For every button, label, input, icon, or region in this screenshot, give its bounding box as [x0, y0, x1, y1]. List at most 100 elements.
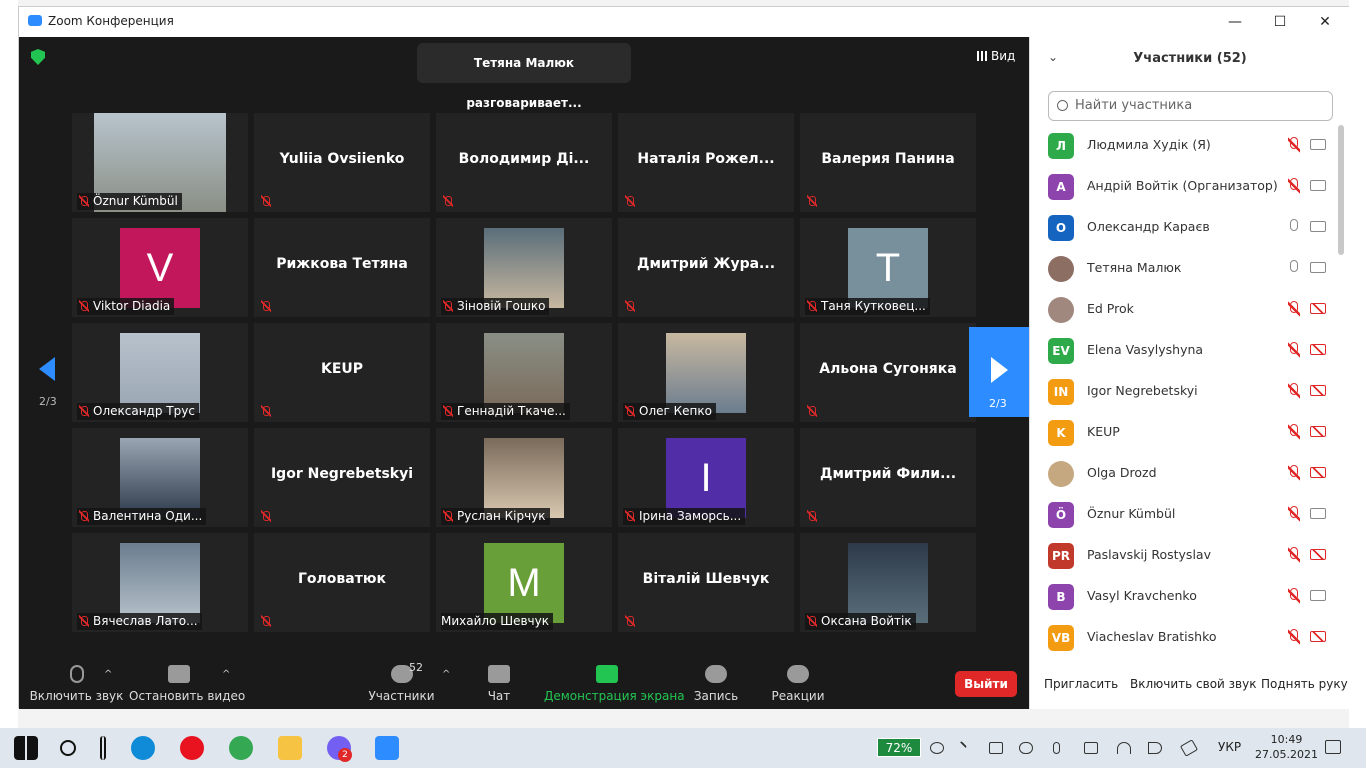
camera-off-icon[interactable] [1310, 549, 1326, 560]
participant-row[interactable]: IN Igor Negrebetskyi [1030, 371, 1340, 412]
participant-tile[interactable]: Олег Кепко [618, 323, 794, 422]
camera-icon[interactable] [1310, 139, 1326, 150]
participant-tile[interactable]: Оксана Войтік [800, 533, 976, 632]
power-plug-icon[interactable] [930, 742, 944, 754]
participant-tile[interactable]: Рижкова Тетяна [254, 218, 430, 317]
participants-button[interactable]: Участники [364, 659, 439, 703]
camera-icon[interactable] [1310, 508, 1326, 519]
participant-row[interactable]: EV Elena Vasylyshyna [1030, 330, 1340, 371]
participant-tile[interactable]: Наталія Рожел... [618, 113, 794, 212]
pen-icon[interactable] [1179, 739, 1199, 757]
maximize-icon[interactable]: ☐ [1266, 11, 1294, 33]
participant-row[interactable]: Тетяна Малюк [1030, 248, 1340, 289]
camera-icon[interactable] [1310, 180, 1326, 191]
close-icon[interactable]: ✕ [1311, 11, 1339, 33]
participant-tile[interactable]: Валерия Панина [800, 113, 976, 212]
edge-browser-icon[interactable] [131, 736, 155, 760]
minimize-icon[interactable]: — [1221, 11, 1249, 33]
mic-muted-icon[interactable] [1288, 383, 1300, 399]
camera-icon[interactable] [1310, 262, 1326, 273]
camera-off-icon[interactable] [1310, 385, 1326, 396]
mic-muted-icon[interactable] [1288, 342, 1300, 358]
participant-tile[interactable]: Валентина Оди... [72, 428, 248, 527]
battery-icon[interactable] [1084, 742, 1098, 754]
participant-tile[interactable]: Yuliia Ovsiienko [254, 113, 430, 212]
participant-tile[interactable]: M Михайло Шевчук [436, 533, 612, 632]
participant-row[interactable]: Ö Öznur Kümbül [1030, 494, 1340, 535]
next-page-button[interactable]: 2/3 [969, 327, 1029, 417]
camera-off-icon[interactable] [1310, 467, 1326, 478]
participant-tile[interactable]: Igor Negrebetskyi [254, 428, 430, 527]
participant-tile[interactable]: V Viktor Diadia [72, 218, 248, 317]
participant-tile[interactable]: Зіновій Гошко [436, 218, 612, 317]
chrome-browser-icon[interactable] [229, 736, 253, 760]
participants-options-caret[interactable]: ^ [442, 669, 450, 680]
participant-tile[interactable]: Володимир Ді... [436, 113, 612, 212]
share-screen-button[interactable]: Демонстрация экрана [544, 659, 685, 703]
meet-now-icon[interactable] [989, 742, 1003, 754]
view-button[interactable]: Вид [977, 49, 1015, 63]
participant-list-scrollbar[interactable] [1338, 125, 1344, 255]
camera-off-icon[interactable] [1310, 303, 1326, 314]
participant-tile[interactable]: Дмитрий Фили... [800, 428, 976, 527]
onedrive-icon[interactable] [1019, 742, 1033, 754]
unmute-button[interactable]: Включить звук [29, 659, 124, 703]
camera-off-icon[interactable] [1310, 426, 1326, 437]
camera-off-icon[interactable] [1310, 631, 1326, 642]
participant-tile[interactable]: Віталій Шевчук [618, 533, 794, 632]
clock[interactable]: 10:49 27.05.2021 [1255, 732, 1318, 762]
notifications-icon[interactable] [1325, 740, 1341, 754]
wifi-icon[interactable] [1117, 742, 1131, 754]
video-options-caret[interactable]: ^ [222, 669, 230, 680]
participant-tile[interactable]: Головатюк [254, 533, 430, 632]
mic-muted-icon[interactable] [1288, 588, 1300, 604]
previous-page-button[interactable]: 2/3 [19, 327, 71, 417]
participant-search-input[interactable]: Найти участника [1048, 91, 1333, 121]
participant-tile[interactable]: Альона Сугоняка [800, 323, 976, 422]
participant-row[interactable]: VB Viacheslav Bratishko [1030, 617, 1340, 655]
participant-row[interactable]: А Андрій Войтік (Организатор) [1030, 166, 1340, 207]
participant-tile[interactable]: Олександр Трус [72, 323, 248, 422]
participant-row[interactable]: Л Людмила Худік (Я) [1030, 125, 1340, 166]
participant-row[interactable]: K KEUP [1030, 412, 1340, 453]
volume-icon[interactable] [1148, 742, 1162, 754]
file-explorer-icon[interactable] [278, 736, 302, 760]
camera-off-icon[interactable] [1310, 344, 1326, 355]
reactions-button[interactable]: Реакции [769, 659, 827, 703]
camera-icon[interactable] [1310, 590, 1326, 601]
stop-video-button[interactable]: Остановить видео [129, 659, 245, 703]
keyboard-language[interactable]: УКР [1218, 740, 1241, 754]
opera-browser-icon[interactable] [180, 736, 204, 760]
chat-button[interactable]: Чат [479, 659, 519, 703]
participant-tile[interactable]: KEUP [254, 323, 430, 422]
mic-icon[interactable] [1288, 219, 1300, 235]
mic-muted-icon[interactable] [1288, 301, 1300, 317]
participant-tile[interactable]: Руслан Кірчук [436, 428, 612, 527]
task-view-icon[interactable] [100, 736, 106, 760]
leave-button[interactable]: Выйти [955, 671, 1017, 697]
mic-muted-icon[interactable] [1288, 547, 1300, 563]
security-shield-icon[interactable] [31, 49, 45, 65]
participant-tile[interactable]: Геннадій Ткаче... [436, 323, 612, 422]
invite-button[interactable]: Пригласить [1044, 677, 1118, 691]
mic-muted-icon[interactable] [1288, 178, 1300, 194]
mic-muted-icon[interactable] [1288, 465, 1300, 481]
participant-tile[interactable]: T Таня Кутковец... [800, 218, 976, 317]
camera-icon[interactable] [1310, 221, 1326, 232]
mic-muted-icon[interactable] [1288, 506, 1300, 522]
zoom-taskbar-icon[interactable] [375, 736, 399, 760]
mic-muted-icon[interactable] [1288, 629, 1300, 645]
mic-muted-icon[interactable] [1288, 424, 1300, 440]
windows-start-icon[interactable] [14, 736, 38, 760]
search-icon[interactable] [60, 740, 76, 756]
raise-hand-button[interactable]: Поднять руку [1261, 677, 1348, 691]
participant-tile[interactable]: Öznur Kümbül [72, 113, 248, 212]
mic-muted-icon[interactable] [1288, 137, 1300, 153]
audio-options-caret[interactable]: ^ [104, 669, 112, 680]
mic-icon[interactable] [1288, 260, 1300, 276]
participant-row[interactable]: О Олександр Караєв [1030, 207, 1340, 248]
participant-tile[interactable]: Дмитрий Жура... [618, 218, 794, 317]
show-hidden-icons-icon[interactable] [952, 740, 968, 756]
unmute-self-button[interactable]: Включить свой звук [1130, 677, 1256, 691]
participant-row[interactable]: Olga Drozd [1030, 453, 1340, 494]
